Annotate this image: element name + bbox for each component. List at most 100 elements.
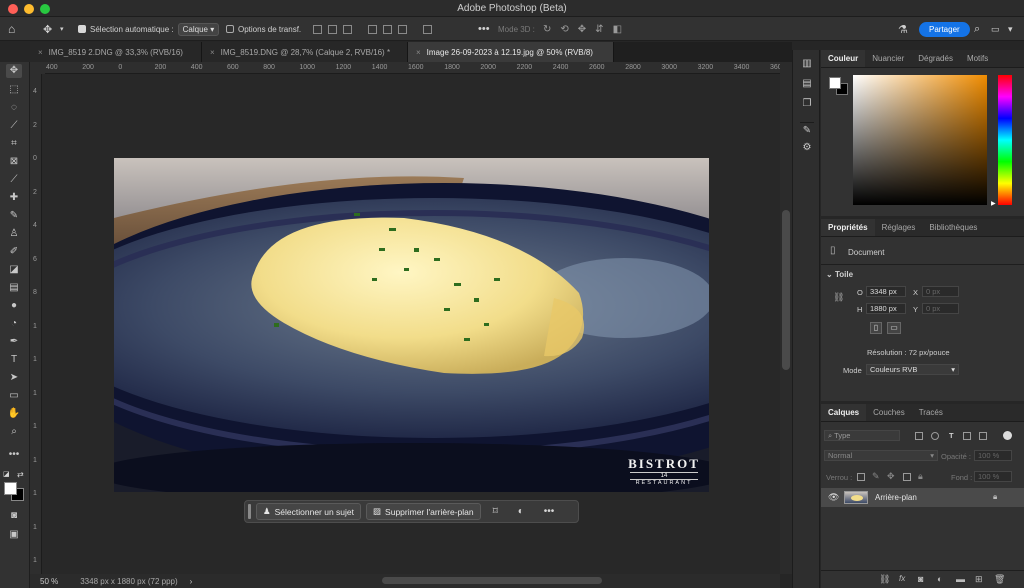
pen-tool-icon[interactable]: ✒ — [6, 335, 22, 349]
tab-gradients[interactable]: Dégradés — [911, 50, 960, 67]
tab-properties[interactable]: Propriétés — [821, 219, 875, 236]
layer-lock-icon[interactable]: 🔒︎ — [993, 492, 997, 502]
close-tab-icon[interactable]: × — [416, 48, 421, 57]
trash-icon[interactable]: 🗑︎ — [994, 574, 1005, 585]
workspace-icon[interactable]: ▭ — [991, 17, 1000, 41]
brush-tool-icon[interactable]: ✎ — [6, 209, 22, 223]
path-selection-icon[interactable]: ➤ — [6, 371, 22, 385]
more-options-icon[interactable]: ••• — [478, 17, 490, 41]
landscape-orientation-icon[interactable]: ▭ — [887, 322, 901, 334]
home-icon[interactable]: ⌂ — [8, 17, 15, 41]
gradient-tool-icon[interactable]: ▤ — [6, 281, 22, 295]
align-top-icon[interactable] — [368, 24, 377, 34]
filter-adjustment-icon[interactable] — [931, 432, 939, 440]
remove-background-button[interactable]: ▨ Supprimer l'arrière-plan — [366, 503, 481, 520]
tab-paths[interactable]: Tracés — [912, 404, 950, 421]
document-image[interactable]: BISTROT 14 RESTAURANT — [114, 158, 709, 492]
tab-document-2[interactable]: × IMG_8519.DNG @ 28,7% (Calque 2, RVB/16)… — [202, 42, 408, 62]
checkbox-checked-icon[interactable] — [78, 25, 86, 33]
foreground-color-swatch[interactable] — [4, 482, 17, 495]
height-input[interactable]: 1880 px — [866, 303, 906, 314]
visibility-eye-icon[interactable]: 👁︎ — [828, 492, 839, 503]
adjustments-icon[interactable]: ⚙ — [800, 142, 814, 156]
more-tools-icon[interactable]: ••• — [6, 448, 22, 462]
filter-shape-icon[interactable] — [963, 432, 971, 440]
transform-icon[interactable]: ⌑ — [493, 506, 498, 517]
layer-filter-select[interactable]: ⌕ Type — [824, 430, 900, 441]
filter-smart-object-icon[interactable] — [979, 432, 987, 440]
align-middle-icon[interactable] — [383, 24, 392, 34]
hand-tool-icon[interactable]: ✋ — [6, 407, 22, 421]
y-input[interactable]: 0 px — [922, 303, 959, 314]
filter-type-icon[interactable]: T — [949, 431, 954, 440]
tab-libraries[interactable]: Bibliothèques — [922, 219, 984, 236]
tab-channels[interactable]: Couches — [866, 404, 912, 421]
filter-pixel-icon[interactable] — [915, 432, 923, 440]
transform-options-checkbox[interactable]: Options de transf. — [226, 17, 301, 41]
fg-color-chip[interactable] — [829, 77, 841, 89]
frame-tool-icon[interactable]: ⊠ — [6, 155, 22, 169]
3d-pan-icon[interactable]: ✥ — [578, 24, 586, 35]
tab-adjustments[interactable]: Réglages — [875, 219, 923, 236]
workspace-chevron-icon[interactable]: ▾ — [1008, 17, 1013, 41]
horizontal-scroll-thumb[interactable] — [382, 577, 602, 584]
opacity-input[interactable]: 100 % — [974, 450, 1012, 461]
hue-slider[interactable] — [998, 75, 1012, 205]
object-selection-icon[interactable]: ⟋ — [6, 119, 22, 133]
healing-brush-icon[interactable]: ✚ — [6, 191, 22, 205]
drag-handle[interactable] — [248, 504, 251, 519]
auto-select-dropdown[interactable]: Calque ▾ — [177, 22, 220, 36]
link-icon[interactable]: ⛓ — [833, 292, 844, 303]
clone-stamp-icon[interactable]: ♙ — [6, 227, 22, 241]
lock-all-icon[interactable]: 🔒︎ — [918, 471, 923, 482]
close-tab-icon[interactable]: × — [38, 48, 43, 57]
tool-preset-chevron-icon[interactable]: ▾ — [60, 17, 64, 41]
fx-icon[interactable]: fx — [899, 574, 905, 583]
align-right-icon[interactable] — [343, 24, 352, 34]
comments-icon[interactable]: ▤ — [800, 78, 814, 92]
color-field[interactable] — [853, 75, 987, 205]
layer-row[interactable]: 👁︎ Arrière-plan 🔒︎ — [821, 488, 1024, 507]
lock-artboard-icon[interactable] — [903, 473, 911, 481]
auto-select-checkbox[interactable]: Sélection automatique : Calque ▾ — [78, 17, 220, 41]
zoom-level[interactable]: 50 % — [40, 577, 58, 586]
dodge-tool-icon[interactable]: ◔ — [6, 317, 22, 331]
canvas-section-toggle[interactable]: ⌄ Toile — [826, 270, 853, 279]
blur-tool-icon[interactable]: ● — [6, 299, 22, 313]
rectangle-tool-icon[interactable]: ▭ — [6, 389, 22, 403]
lock-transparent-icon[interactable] — [857, 473, 865, 481]
tab-swatches[interactable]: Nuancier — [865, 50, 911, 67]
select-subject-button[interactable]: ♟ Sélectionner un sujet — [256, 503, 362, 520]
adjustment-layer-icon[interactable]: ◐ — [937, 574, 942, 584]
x-input[interactable]: 0 px — [922, 286, 959, 297]
3d-slide-icon[interactable]: ⇵ — [595, 24, 603, 35]
link-layers-icon[interactable]: ⛓ — [879, 574, 890, 585]
adjustment-icon[interactable]: ◐ — [518, 506, 524, 517]
distribute-icon[interactable] — [423, 24, 432, 34]
eraser-icon[interactable]: ◪ — [6, 263, 22, 277]
move-tool-icon[interactable]: ✥ — [43, 17, 52, 41]
screen-mode-icon[interactable]: ▣ — [6, 528, 22, 542]
group-folder-icon[interactable]: ▬ — [956, 574, 965, 584]
vertical-scroll-thumb[interactable] — [782, 210, 790, 370]
lock-position-icon[interactable]: ✥ — [887, 471, 895, 482]
more-options-icon[interactable]: ••• — [544, 506, 555, 517]
align-bottom-icon[interactable] — [398, 24, 407, 34]
crop-tool-icon[interactable]: ⌗ — [6, 137, 22, 151]
status-chevron-icon[interactable]: › — [190, 577, 193, 586]
color-mode-select[interactable]: Couleurs RVB ▾ — [866, 364, 959, 375]
filter-toggle-icon[interactable] — [1003, 431, 1012, 440]
type-tool-icon[interactable]: T — [6, 353, 22, 367]
hue-pointer-icon[interactable]: ▶ — [991, 200, 996, 207]
share-button[interactable]: Partager — [919, 17, 970, 41]
lasso-tool-icon[interactable]: ◌ — [6, 101, 22, 115]
width-input[interactable]: 3348 px — [866, 286, 906, 297]
portrait-orientation-icon[interactable]: ▯ — [870, 322, 882, 334]
blend-mode-select[interactable]: Normal ▾ — [824, 450, 938, 461]
new-layer-icon[interactable]: ⊞ — [975, 574, 983, 585]
tab-layers[interactable]: Calques — [821, 404, 867, 421]
zoom-tool-icon[interactable]: ⌕ — [6, 425, 22, 439]
move-tool-icon[interactable]: ✥ — [6, 64, 22, 78]
add-mask-icon[interactable]: ◙ — [918, 574, 923, 584]
history-brush-icon[interactable]: ✐ — [6, 245, 22, 259]
